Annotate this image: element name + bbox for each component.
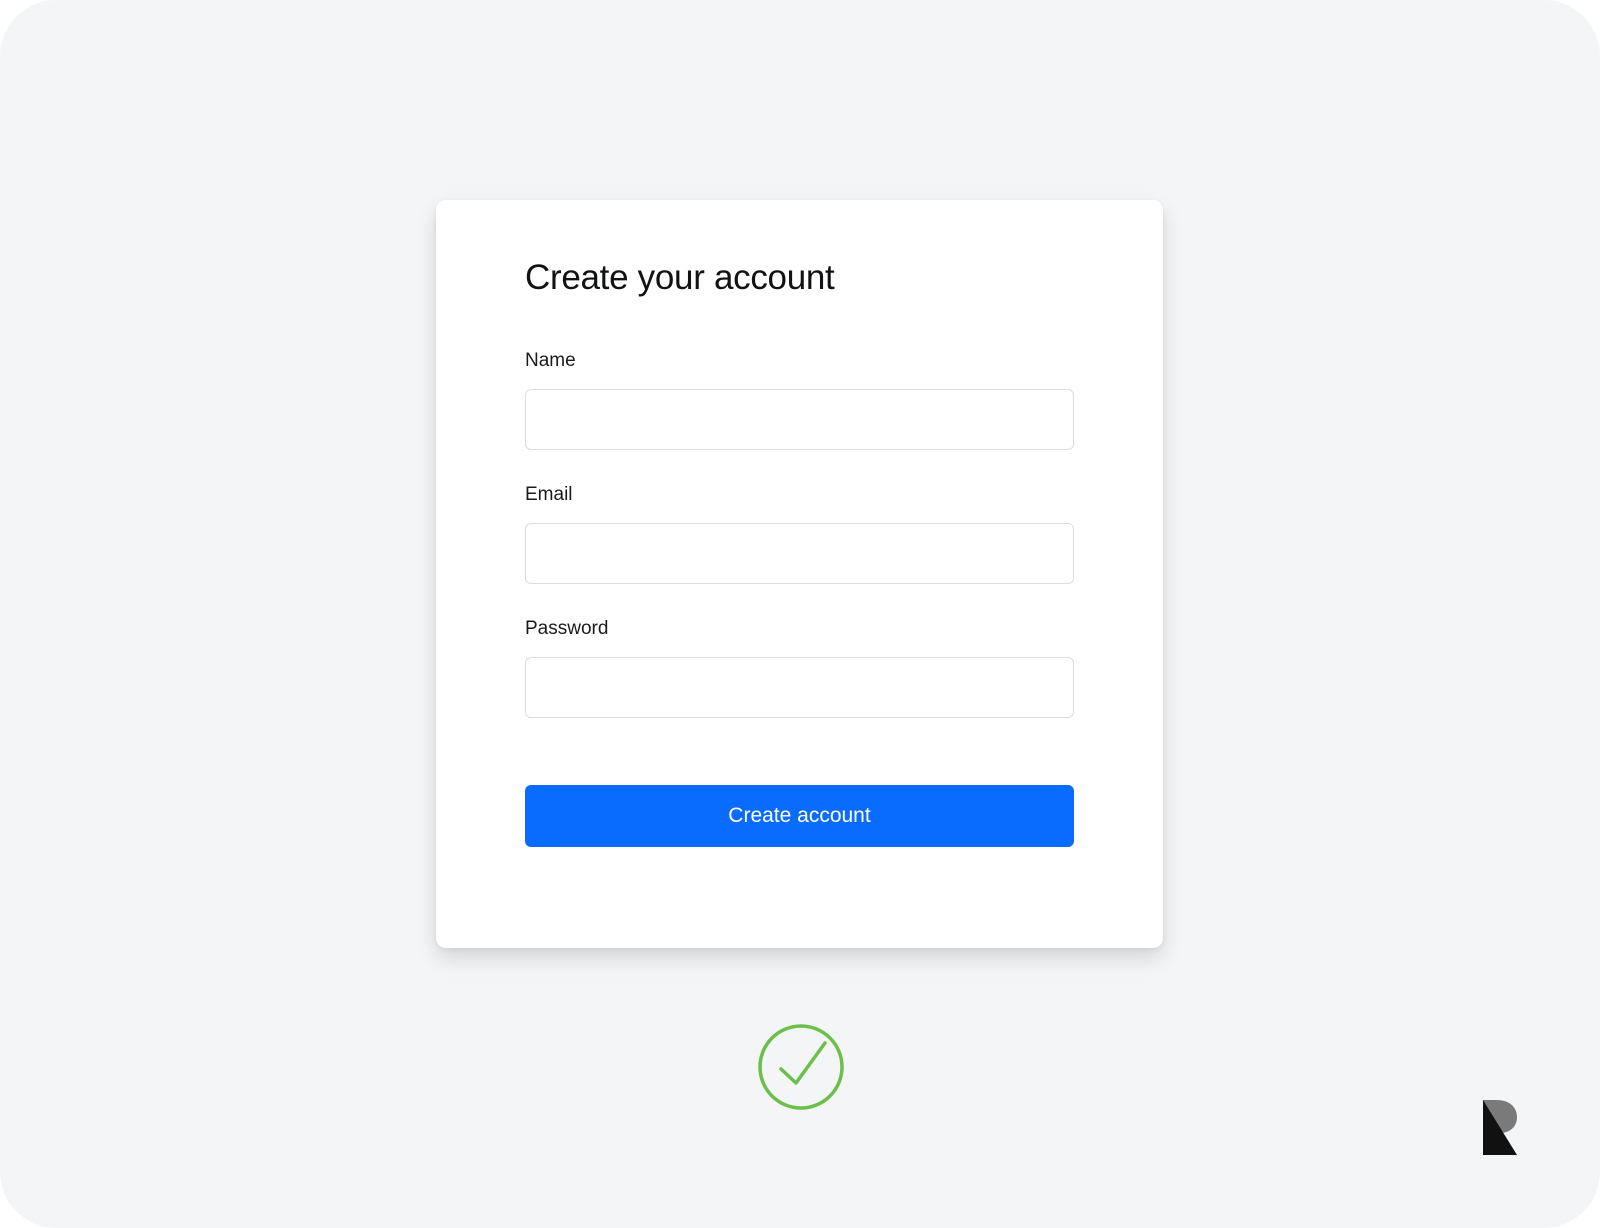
check-circle-icon bbox=[758, 1024, 844, 1110]
name-input[interactable] bbox=[525, 389, 1074, 450]
form-title: Create your account bbox=[525, 258, 835, 297]
create-account-button[interactable]: Create account bbox=[525, 785, 1074, 847]
email-label: Email bbox=[525, 484, 573, 505]
name-label: Name bbox=[525, 350, 576, 371]
signup-card: Create your account Name Email Password … bbox=[436, 200, 1163, 948]
email-input[interactable] bbox=[525, 523, 1074, 584]
password-input[interactable] bbox=[525, 657, 1074, 718]
password-label: Password bbox=[525, 618, 609, 639]
brand-logo-icon bbox=[1483, 1100, 1517, 1155]
page-background: Create your account Name Email Password … bbox=[0, 0, 1600, 1228]
